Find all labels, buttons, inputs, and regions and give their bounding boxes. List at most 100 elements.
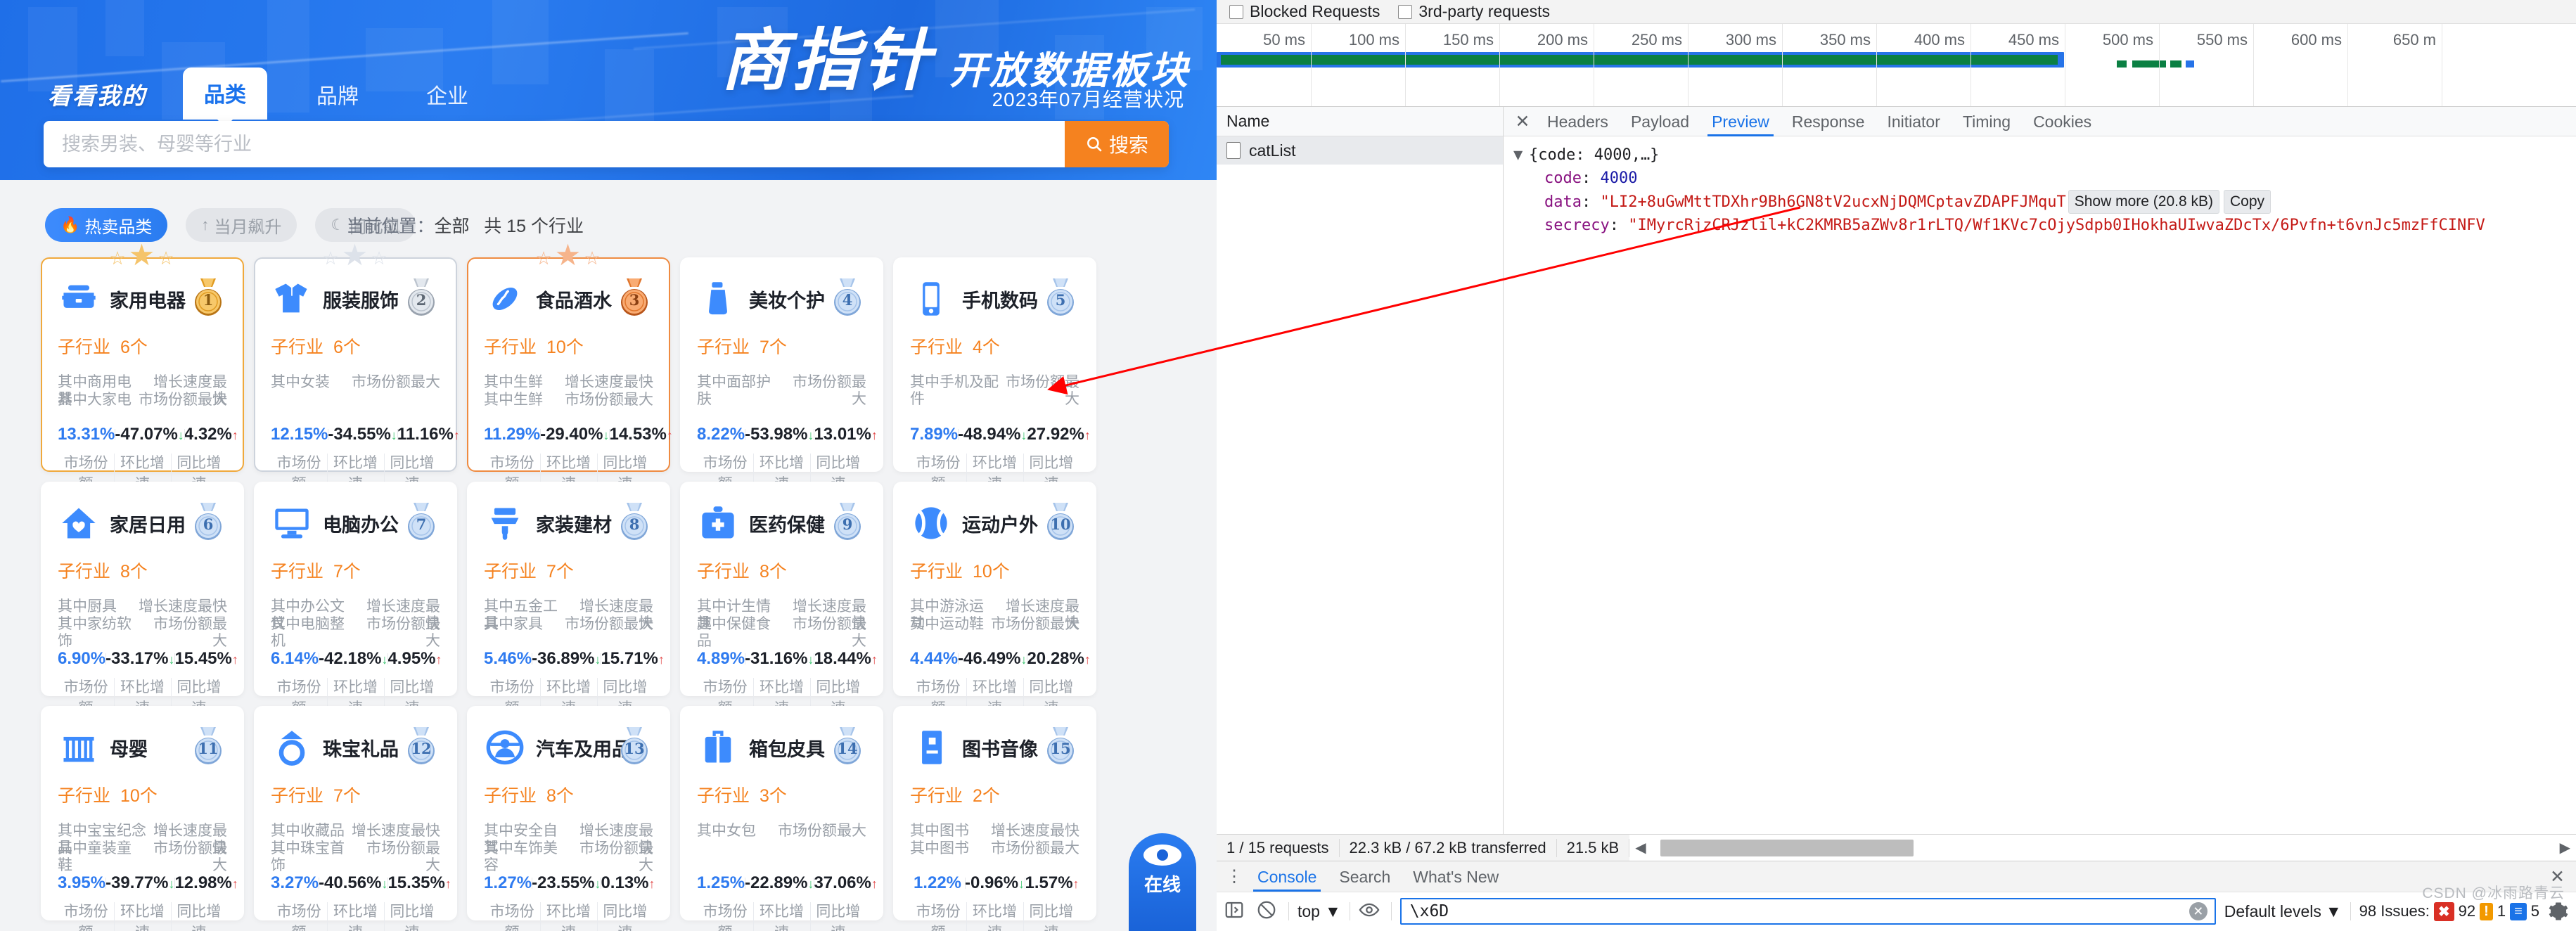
close-icon[interactable]: ✕ bbox=[2550, 866, 2565, 887]
arrow-down-icon: ↓ bbox=[381, 877, 388, 891]
drawer-tab-search[interactable]: Search bbox=[1329, 862, 1400, 892]
close-icon[interactable]: ✕ bbox=[1511, 111, 1534, 132]
fact-right: 市场份额最大 bbox=[793, 374, 866, 407]
scroll-right-arrow[interactable]: ▶ bbox=[2560, 839, 2570, 856]
drawer-tab-console[interactable]: Console bbox=[1248, 862, 1326, 892]
metric-mom: -40.56%↓ bbox=[319, 873, 387, 893]
tab-headers[interactable]: Headers bbox=[1537, 107, 1618, 136]
metric-share: 4.89% bbox=[697, 649, 745, 669]
search-button[interactable]: 搜索 bbox=[1065, 121, 1169, 167]
search-input[interactable] bbox=[44, 121, 1065, 167]
request-row-catlist[interactable]: catList bbox=[1217, 136, 1503, 165]
category-card[interactable]: ☆ ★ ☆ 家用电器 1 子行业 6个 其中商用电器 增长速度最快 其中大家电 市场份额最大 13.3… bbox=[41, 240, 244, 534]
fact-rows: 其中生鲜 增长速度最快 其中生鲜 市场份额最大 bbox=[484, 374, 653, 415]
drawer-tab-whats-new[interactable]: What's New bbox=[1403, 862, 1508, 892]
metric-values: 5.46% -36.89%↓ 15.71%↑ bbox=[484, 643, 665, 674]
timeline-chunk bbox=[2170, 60, 2181, 68]
tab-preview[interactable]: Preview bbox=[1702, 107, 1779, 136]
metric-mom: -31.16%↓ bbox=[745, 649, 814, 669]
json-line-secrecy: secrecy: "IMyrcRjzCRJzlil+kC2KMRB5aZWv8r… bbox=[1544, 217, 2485, 234]
metric-label-mom: 环比增速 bbox=[966, 900, 1023, 931]
arrow-down-icon: ↓ bbox=[807, 877, 814, 891]
category-card[interactable]: 母婴 11 子行业 10个 其中宝宝纪念品 增长速度最快 其中童装童鞋 市场份额最大 3.95%… bbox=[41, 706, 244, 931]
category-card[interactable]: 医药保健 9 子行业 8个 其中计生情趣 增长速度最快 其中保健食品 市场份额最大 4.89% -… bbox=[680, 482, 883, 759]
execution-context-select[interactable]: top ▼ bbox=[1297, 902, 1341, 921]
third-party-requests-checkbox[interactable]: 3rd-party requests bbox=[1398, 2, 1550, 21]
json-key-code: code bbox=[1544, 169, 1582, 187]
fact-right: 市场份额最大 bbox=[991, 616, 1079, 632]
yoy-value: 4.95% bbox=[387, 649, 436, 668]
more-options-icon[interactable]: ⋮ bbox=[1224, 868, 1245, 885]
rank-medal-icon: 8 bbox=[615, 501, 653, 542]
fact-rows: 其中计生情趣 增长速度最快 其中保健食品 市场份额最大 bbox=[697, 598, 866, 649]
log-levels-select[interactable]: Default levels ▼ bbox=[2224, 902, 2342, 921]
horizontal-scrollbar[interactable]: ◀ ▶ bbox=[1629, 835, 2576, 861]
resource-size: 21.5 kB bbox=[1557, 838, 1630, 857]
yoy-value: 14.53% bbox=[609, 425, 667, 444]
metric-mom: -47.07%↓ bbox=[115, 425, 184, 444]
tab-pinpai[interactable]: 品牌 bbox=[298, 72, 377, 120]
category-card[interactable]: 美妆个护 4 子行业 7个 其中面部护肤 市场份额最大 8.22% -53.98%↓ 13.01… bbox=[680, 257, 883, 534]
sub-industry-label: 子行业 bbox=[271, 786, 324, 806]
scrollbar-track[interactable] bbox=[1651, 835, 2556, 861]
mom-value: -22.89% bbox=[745, 873, 808, 892]
arrow-down-icon: ↓ bbox=[594, 653, 601, 667]
category-card[interactable]: 手机数码 5 子行业 4个 其中手机及配件 市场份额最大 7.89% -48.94%↓ 27.9… bbox=[893, 257, 1096, 534]
fact-row: 其中电脑整机 市场份额最大 bbox=[271, 616, 440, 649]
chip-hot-categories[interactable]: 🔥 热卖品类 bbox=[45, 208, 168, 242]
metric-labels: 市场份额环比增速同比增速 bbox=[910, 900, 1079, 931]
live-expression-icon[interactable] bbox=[1359, 899, 1383, 923]
json-root-line[interactable]: ▼ {code: 4000,…} bbox=[1513, 143, 2576, 167]
timeline-tick-label: 550 ms bbox=[2196, 31, 2248, 49]
sidebar-toggle-icon[interactable] bbox=[1224, 899, 1248, 923]
arrow-down-icon: ↓ bbox=[168, 877, 175, 891]
tab-payload[interactable]: Payload bbox=[1621, 107, 1699, 136]
tab-initiator[interactable]: Initiator bbox=[1877, 107, 1949, 136]
gear-icon[interactable] bbox=[2548, 901, 2569, 922]
metric-values: 1.25% -22.89%↓ 37.06%↑ bbox=[697, 868, 878, 899]
online-support-widget[interactable]: 在线 bbox=[1129, 833, 1196, 931]
clear-console-icon[interactable] bbox=[1256, 899, 1280, 923]
tab-response[interactable]: Response bbox=[1782, 107, 1875, 136]
console-filter-input[interactable] bbox=[1408, 901, 2189, 921]
mom-value: -42.18% bbox=[319, 649, 382, 668]
category-card[interactable]: ☆ ★ ☆ 服装服饰 2 子行业 6个 其中女装 市场份额最大 12.15% -34.55%↓ 11.… bbox=[254, 240, 460, 534]
category-card[interactable]: 珠宝礼品 12 子行业 7个 其中收藏品 增长速度最快 其中珠宝首饰 市场份额最大 3.27% -… bbox=[254, 706, 457, 931]
fact-right: 市场份额最大 bbox=[153, 840, 227, 873]
sub-industry-count: 8个 bbox=[120, 562, 148, 582]
scroll-left-arrow[interactable]: ◀ bbox=[1635, 839, 1646, 856]
category-card[interactable]: ☆ ★ ☆ 食品酒水 3 子行业 10个 其中生鲜 增长速度最快 其中生鲜 市场份额最大 11.29%… bbox=[467, 240, 673, 534]
category-card[interactable]: 运动户外 10 子行业 10个 其中游泳运动 增长速度最快 其中运动鞋 市场份额最大 4.44%… bbox=[893, 482, 1096, 759]
expand-triangle-icon[interactable]: ▼ bbox=[1513, 143, 1529, 167]
copy-button[interactable]: Copy bbox=[2224, 190, 2271, 214]
console-filter-input-wrap[interactable]: ✕ bbox=[1399, 898, 2216, 925]
fact-row: 其中图书 增长速度最快 bbox=[910, 823, 1079, 840]
category-card[interactable]: 家装建材 8 子行业 7个 其中五金工具 增长速度最快 其中家具 市场份额最大 5.46% -36… bbox=[467, 482, 670, 759]
sub-industry-info: 子行业 6个 bbox=[271, 333, 440, 359]
name-column-header[interactable]: Name bbox=[1217, 107, 1503, 136]
network-timeline-overview[interactable]: 50 ms 100 ms 150 ms 200 ms 250 ms 300 ms 350 m… bbox=[1217, 24, 2576, 107]
issues-counter[interactable]: 98 Issues: ✖ 92 ! 1 ≡ 5 bbox=[2359, 901, 2539, 921]
tab-pinlei[interactable]: 品类 bbox=[183, 68, 267, 120]
chip-monthly-surge[interactable]: ↑ 当月飙升 bbox=[186, 208, 297, 242]
category-card[interactable]: 电脑办公 7 子行业 7个 其中办公文仪 增长速度最快 其中电脑整机 市场份额最大 6.14% -… bbox=[254, 482, 457, 759]
smartphone-icon bbox=[910, 278, 952, 320]
my-data-label[interactable]: 看看我的 bbox=[48, 77, 146, 111]
metric-values: 13.31% -47.07%↓ 4.32%↑ bbox=[58, 419, 238, 450]
clear-filter-icon[interactable]: ✕ bbox=[2189, 902, 2207, 920]
tab-qiye[interactable]: 企业 bbox=[408, 72, 487, 120]
category-card[interactable]: 箱包皮具 14 子行业 3个 其中女包 市场份额最大 1.25% -22.89%↓ 37.06%… bbox=[680, 706, 883, 931]
category-card[interactable]: 图书音像 15 子行业 2个 其中图书 增长速度最快 其中图书 市场份额最大 1.22% -0.9… bbox=[893, 706, 1096, 931]
category-card[interactable]: 家居日用 6 子行业 8个 其中厨具 增长速度最快 其中家纺软饰 市场份额最大 6.90% -33… bbox=[41, 482, 244, 759]
category-card[interactable]: 汽车及用品 13 子行业 8个 其中安全自驾 增长速度最快 其中车饰美容 市场份额最大 1.27… bbox=[467, 706, 670, 931]
blocked-requests-checkbox[interactable]: Blocked Requests bbox=[1229, 2, 1380, 21]
metric-values: 4.44% -46.49%↓ 20.28%↑ bbox=[910, 643, 1091, 674]
metric-yoy: 1.57%↑ bbox=[1025, 873, 1079, 893]
arrow-up-icon: ↑ bbox=[453, 428, 460, 442]
show-more-button[interactable]: Show more (20.8 kB) bbox=[2068, 190, 2219, 214]
tab-cookies[interactable]: Cookies bbox=[2023, 107, 2101, 136]
scrollbar-thumb[interactable] bbox=[1660, 840, 1914, 856]
request-detail-tabbar: ✕ Headers Payload Preview Response Initi… bbox=[1504, 107, 2576, 136]
console-toolbar: top ▼ ✕ Default levels ▼ bbox=[1217, 892, 2576, 930]
tab-timing[interactable]: Timing bbox=[1953, 107, 2020, 136]
